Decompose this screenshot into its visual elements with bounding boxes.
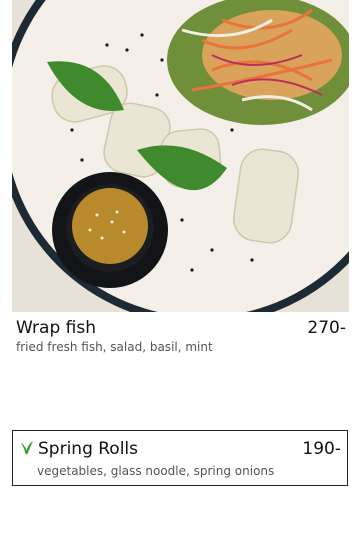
dish-name: Wrap fish (16, 318, 96, 338)
vegan-leaf-icon (20, 440, 34, 455)
dish-price: 190- (302, 439, 341, 459)
dish-price: 270- (307, 318, 346, 338)
dish-description: vegetables, glass noodle, spring onions (37, 464, 275, 478)
dish-name: Spring Rolls (38, 439, 139, 459)
dish-photo-wrap-fish (12, 0, 349, 312)
menu-item-wrap-fish[interactable]: Wrap fish 270- fried fresh fish, salad, … (16, 318, 346, 354)
dish-description: fried fresh fish, salad, basil, mint (16, 340, 213, 354)
menu-item-spring-rolls[interactable]: Spring Rolls 190- vegetables, glass nood… (12, 430, 348, 486)
